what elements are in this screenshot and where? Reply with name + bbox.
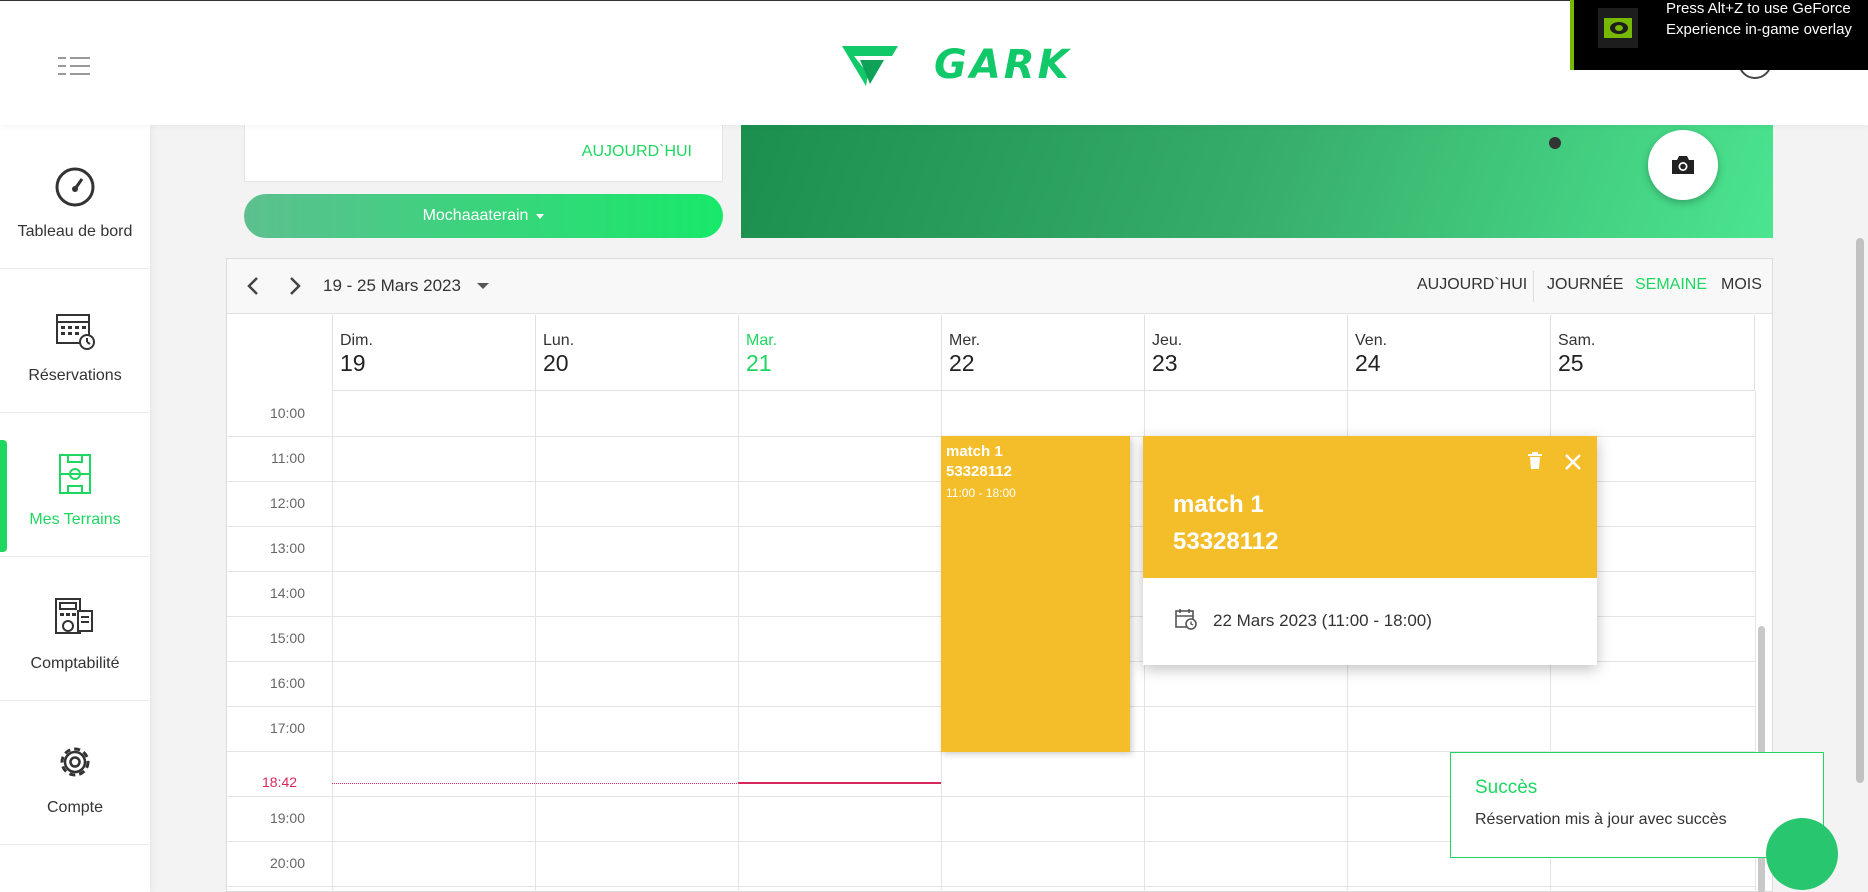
- sidebar-item-dashboard[interactable]: Tableau de bord: [0, 125, 150, 269]
- sidebar-item-label: Tableau de bord: [17, 223, 133, 240]
- day-date: 22: [949, 350, 975, 376]
- popup-event-date: 22 Mars 2023 (11:00 - 18:00): [1213, 611, 1432, 630]
- sidebar-item-label: Comptabilité: [30, 655, 120, 672]
- view-day-button[interactable]: JOURNÉE: [1547, 276, 1623, 294]
- chat-fab-button[interactable]: [1766, 818, 1838, 890]
- view-week-button[interactable]: SEMAINE: [1635, 276, 1707, 294]
- nvidia-eye-icon: [1598, 8, 1638, 48]
- day-header[interactable]: Jeu. 23: [1144, 315, 1347, 391]
- accounting-calculator-icon: [55, 598, 93, 634]
- view-month-button[interactable]: MOIS: [1721, 276, 1762, 294]
- camera-icon: [1672, 156, 1694, 174]
- hour-label: 16:00: [269, 675, 305, 691]
- hour-label: 13:00: [269, 540, 305, 556]
- brand-name: GARK: [934, 42, 1072, 88]
- day-header[interactable]: Sam. 25: [1550, 315, 1755, 391]
- popup-event-phone: 53328112: [1173, 528, 1279, 555]
- camera-upload-button[interactable]: [1648, 130, 1718, 200]
- hour-label: 17:00: [269, 720, 305, 736]
- event-title: match 1: [946, 443, 1003, 460]
- caret-down-icon: [536, 213, 545, 219]
- hour-label: 19:00: [269, 810, 305, 826]
- carousel-dot[interactable]: [1549, 137, 1561, 149]
- day-header[interactable]: Mer. 22: [941, 315, 1144, 391]
- grid-column-line: [535, 391, 536, 892]
- sidebar-item-reservations[interactable]: Réservations: [0, 269, 150, 413]
- hour-label: 12:00: [269, 495, 305, 511]
- gear-icon: [60, 747, 90, 777]
- toast-message: Réservation mis à jour avec succès: [1475, 811, 1727, 828]
- view-divider: [1533, 271, 1534, 302]
- event-details-popup: match 1 53328112 22 Mars 2023 (11:00 - 1…: [1143, 436, 1597, 665]
- day-name: Dim.: [340, 332, 373, 349]
- sidebar-item-comptabilite[interactable]: Comptabilité: [0, 557, 150, 701]
- hour-label: 14:00: [269, 585, 305, 601]
- calendar-event[interactable]: match 1 53328112 11:00 - 18:00: [941, 436, 1130, 752]
- toast-title: Succès: [1475, 777, 1538, 798]
- day-date: 20: [543, 350, 569, 376]
- day-header-today[interactable]: Mar. 21: [738, 315, 941, 391]
- popup-header: match 1 53328112: [1143, 436, 1597, 578]
- chevron-right-icon[interactable]: [283, 275, 305, 297]
- view-today-button[interactable]: AUJOURD`HUI: [1417, 276, 1527, 294]
- day-date: 19: [340, 350, 366, 376]
- hour-gridline: [227, 886, 1755, 887]
- hour-label: 20:00: [269, 855, 305, 871]
- terrain-banner: [741, 125, 1773, 238]
- event-phone: 53328112: [946, 463, 1012, 480]
- day-header[interactable]: Lun. 20: [535, 315, 738, 391]
- event-time: 11:00 - 18:00: [946, 486, 1016, 500]
- brand-logo[interactable]: GARK: [840, 35, 1072, 95]
- overlay-text: Press Alt+Z to use GeForce Experience in…: [1666, 0, 1852, 38]
- soccer-field-icon: [59, 454, 91, 494]
- sidebar: Tableau de bord Réservations Mes Terrain…: [0, 125, 150, 892]
- day-name: Lun.: [543, 332, 575, 349]
- sidebar-item-label: Réservations: [28, 367, 122, 384]
- day-date: 21: [746, 350, 772, 376]
- dashboard-gauge-icon: [55, 167, 95, 207]
- day-name: Mar.: [746, 332, 778, 349]
- today-link[interactable]: AUJOURD`HUI: [582, 143, 692, 161]
- menu-toggle-icon[interactable]: [58, 57, 90, 77]
- geforce-overlay-notice: Press Alt+Z to use GeForce Experience in…: [1570, 0, 1868, 70]
- hour-label: 15:00: [269, 630, 305, 646]
- terrain-select-label: Mochaaaterain: [422, 207, 529, 224]
- chevron-left-icon[interactable]: [243, 275, 265, 297]
- caret-down-icon[interactable]: [477, 283, 489, 289]
- close-icon[interactable]: [1563, 452, 1583, 472]
- day-name: Sam.: [1558, 332, 1596, 349]
- page-scrollbar[interactable]: [1856, 238, 1864, 783]
- grid-column-line: [332, 391, 333, 892]
- day-date: 25: [1558, 350, 1584, 376]
- popup-title: match 1 53328112: [1173, 486, 1278, 560]
- date-range-label[interactable]: 19 - 25 Mars 2023: [323, 276, 461, 296]
- day-header[interactable]: Dim. 19: [332, 315, 535, 391]
- hour-label: 11:00: [271, 450, 305, 466]
- terrain-select-dropdown[interactable]: Mochaaaterain: [244, 194, 723, 238]
- sidebar-item-compte[interactable]: Compte: [0, 701, 150, 845]
- hour-label: 10:00: [269, 405, 305, 421]
- day-name: Jeu.: [1152, 332, 1183, 349]
- popup-event-title: match 1: [1173, 491, 1264, 518]
- grid-column-line: [738, 391, 739, 892]
- day-date: 24: [1355, 350, 1381, 376]
- gark-logo-icon: [842, 46, 898, 86]
- sidebar-item-label: Mes Terrains: [29, 511, 121, 528]
- day-header[interactable]: Ven. 24: [1347, 315, 1550, 391]
- day-date: 23: [1152, 350, 1178, 376]
- calendar-toolbar: 19 - 25 Mars 2023 AUJOURD`HUI JOURNÉE SE…: [227, 259, 1772, 314]
- now-time-label: 18:42: [262, 774, 298, 790]
- trash-icon[interactable]: [1527, 452, 1543, 470]
- day-name: Mer.: [949, 332, 981, 349]
- sidebar-item-label: Compte: [46, 799, 104, 816]
- day-name: Ven.: [1355, 332, 1388, 349]
- calendar-clock-icon: [1175, 609, 1197, 630]
- calendar-clock-icon: [56, 314, 95, 350]
- sidebar-item-terrains[interactable]: Mes Terrains: [0, 413, 150, 557]
- now-indicator-today: [738, 782, 941, 784]
